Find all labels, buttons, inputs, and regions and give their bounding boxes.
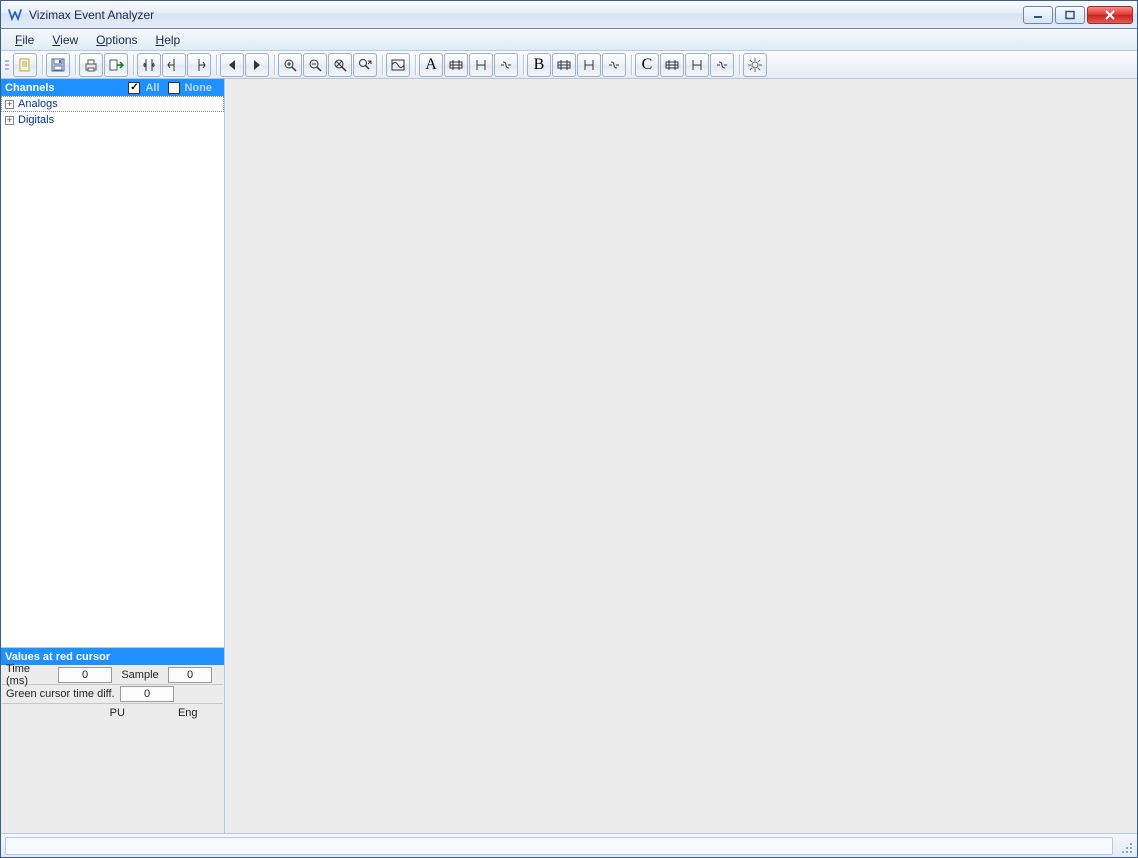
status-text — [5, 837, 1113, 855]
menu-bar: File View Options Help — [1, 29, 1137, 51]
title-bar: Vizimax Event Analyzer — [1, 1, 1137, 29]
nav-prev-button[interactable] — [220, 53, 244, 77]
toolbar-separator — [71, 53, 79, 77]
green-diff-label: Green cursor time diff. — [2, 688, 120, 700]
marker-b-link-button[interactable] — [602, 53, 626, 77]
toolbar-separator — [627, 53, 635, 77]
toolbar-separator — [129, 53, 137, 77]
toolbar-grip-icon — [5, 55, 11, 75]
tree-item-digitals[interactable]: + Digitals — [1, 112, 224, 128]
toolbar-separator — [378, 53, 386, 77]
cursor-both-button[interactable] — [137, 53, 161, 77]
time-value: 0 — [58, 667, 112, 683]
tree-item-label: Digitals — [18, 114, 54, 126]
waveform-button[interactable] — [386, 53, 410, 77]
channels-tree[interactable]: + Analogs + Digitals — [1, 96, 224, 647]
channels-header: Channels All None — [1, 79, 224, 96]
nav-next-button[interactable] — [245, 53, 269, 77]
zoom-in-button[interactable] — [278, 53, 302, 77]
content-area: Channels All None + Analogs + Digitals V… — [1, 79, 1137, 833]
marker-a-button[interactable]: A — [419, 53, 443, 77]
marker-c-range-button[interactable] — [660, 53, 684, 77]
graph-area[interactable] — [225, 79, 1137, 833]
resize-grip-icon[interactable] — [1117, 838, 1133, 854]
marker-a-range-button[interactable] — [444, 53, 468, 77]
settings-button[interactable] — [743, 53, 767, 77]
maximize-button[interactable] — [1055, 6, 1085, 24]
zoom-out-button[interactable] — [303, 53, 327, 77]
minimize-button[interactable] — [1023, 6, 1053, 24]
values-panel: Values at red cursor Time (ms) 0 Sample … — [1, 647, 224, 833]
toolbar-separator — [735, 53, 743, 77]
sidebar: Channels All None + Analogs + Digitals V… — [1, 79, 225, 833]
channels-all-label: All — [145, 82, 159, 94]
menu-options[interactable]: Options — [88, 31, 145, 49]
channels-none-label: None — [185, 82, 213, 94]
toolbar-separator — [411, 53, 419, 77]
marker-b-range-button[interactable] — [552, 53, 576, 77]
marker-c-span-button[interactable] — [685, 53, 709, 77]
marker-b-button[interactable]: B — [527, 53, 551, 77]
marker-b-span-button[interactable] — [577, 53, 601, 77]
zoom-region-button[interactable] — [353, 53, 377, 77]
cursor-left-button[interactable] — [162, 53, 186, 77]
eng-column-label: Eng — [153, 707, 224, 719]
values-title: Values at red cursor — [5, 651, 110, 663]
export-button[interactable] — [104, 53, 128, 77]
expand-icon[interactable]: + — [5, 100, 14, 109]
menu-file[interactable]: File — [7, 31, 42, 49]
cursor-right-button[interactable] — [187, 53, 211, 77]
sample-value: 0 — [168, 667, 212, 683]
menu-help[interactable]: Help — [148, 31, 189, 49]
status-bar — [1, 833, 1137, 857]
toolbar-separator — [270, 53, 278, 77]
expand-icon[interactable]: + — [5, 116, 14, 125]
marker-c-link-button[interactable] — [710, 53, 734, 77]
toolbar-separator — [212, 53, 220, 77]
marker-a-link-button[interactable] — [494, 53, 518, 77]
green-diff-value: 0 — [120, 686, 174, 702]
tree-item-analogs[interactable]: + Analogs — [1, 96, 224, 112]
channels-all-checkbox[interactable] — [128, 82, 140, 94]
close-button[interactable] — [1087, 6, 1133, 24]
print-button[interactable] — [79, 53, 103, 77]
toolbar: A B C — [1, 51, 1137, 79]
marker-c-button[interactable]: C — [635, 53, 659, 77]
tree-item-label: Analogs — [18, 98, 58, 110]
channels-none-checkbox[interactable] — [168, 82, 180, 94]
toolbar-separator — [38, 53, 46, 77]
zoom-reset-button[interactable] — [328, 53, 352, 77]
app-icon — [7, 7, 23, 23]
toolbar-separator — [519, 53, 527, 77]
marker-a-span-button[interactable] — [469, 53, 493, 77]
save-button[interactable] — [46, 53, 70, 77]
channels-title: Channels — [5, 82, 55, 94]
pu-column-label: PU — [82, 707, 153, 719]
time-label: Time (ms) — [2, 663, 58, 687]
menu-view[interactable]: View — [44, 31, 86, 49]
window-title: Vizimax Event Analyzer — [29, 8, 1023, 22]
sample-label: Sample — [112, 669, 168, 681]
open-file-button[interactable] — [13, 53, 37, 77]
